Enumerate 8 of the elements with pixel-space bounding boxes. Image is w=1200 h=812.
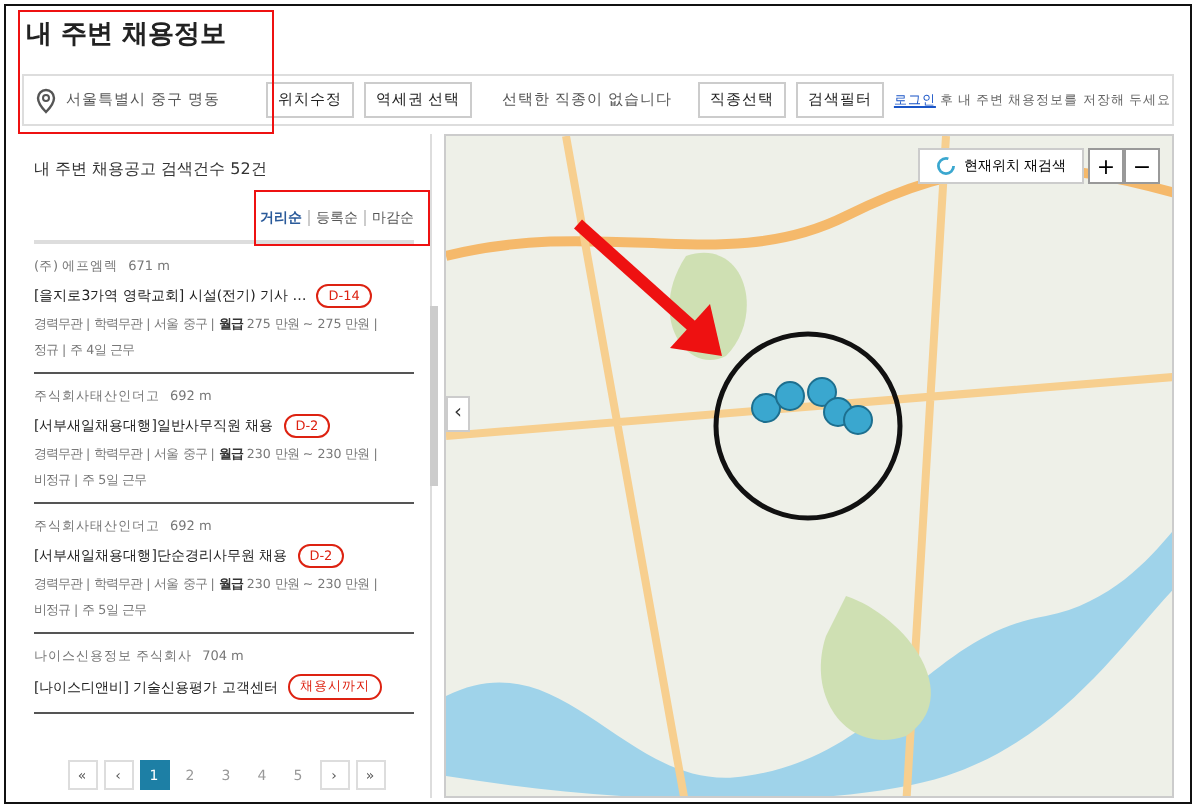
zoom-in-button[interactable]: + — [1088, 148, 1124, 184]
location-pin-icon — [36, 87, 56, 113]
page-title: 내 주변 채용정보 — [26, 18, 229, 54]
map-markers-icon — [746, 372, 878, 440]
zoom-out-button[interactable]: − — [1124, 148, 1160, 184]
refresh-icon — [935, 156, 956, 176]
results-heading: 내 주변 채용공고 검색건수 52건 — [34, 158, 269, 180]
panel-toggle-button[interactable]: ‹ — [446, 396, 470, 432]
